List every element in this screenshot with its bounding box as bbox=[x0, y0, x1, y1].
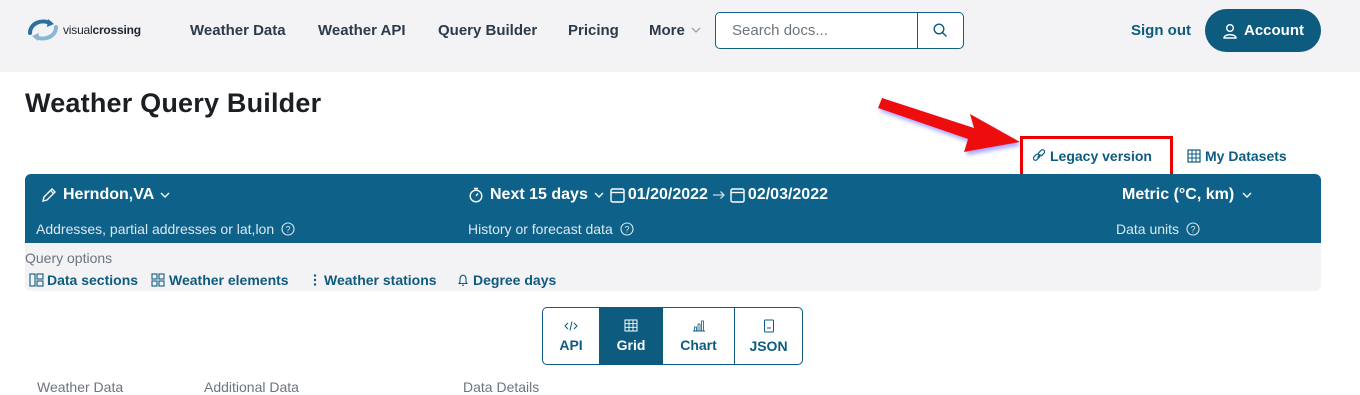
date-range-hint-text: History or forecast data bbox=[468, 221, 613, 237]
date-range-selector[interactable]: Next 15 days 01/20/2022 02/03/2022 bbox=[468, 186, 828, 204]
search-box bbox=[715, 12, 964, 49]
chevron-down-icon bbox=[691, 27, 701, 33]
code-icon bbox=[564, 320, 578, 331]
units-hint-text: Data units bbox=[1116, 221, 1180, 237]
my-datasets-label: My Datasets bbox=[1205, 148, 1287, 164]
columns-icon bbox=[29, 273, 44, 287]
weather-stations-label: Weather stations bbox=[324, 272, 437, 288]
date-range-value: Next 15 days bbox=[490, 186, 588, 203]
degree-days-label: Degree days bbox=[473, 272, 557, 288]
svg-text:?: ? bbox=[1191, 225, 1196, 235]
table-icon bbox=[624, 319, 638, 332]
chevron-down-icon bbox=[160, 192, 170, 198]
units-hint: Data units ? bbox=[1116, 221, 1200, 237]
tab-chart[interactable]: Chart bbox=[663, 308, 735, 364]
account-label: Account bbox=[1244, 22, 1304, 39]
file-icon bbox=[763, 319, 774, 332]
section-additional-data: Additional Data bbox=[204, 379, 299, 395]
timer-icon bbox=[469, 187, 483, 203]
search-icon bbox=[933, 23, 947, 37]
location-hint-text: Addresses, partial addresses or lat,lon bbox=[36, 221, 275, 237]
grid-icon bbox=[151, 273, 165, 287]
help-icon[interactable]: ? bbox=[620, 222, 634, 236]
svg-text:?: ? bbox=[286, 225, 291, 235]
legacy-version-link[interactable]: Legacy version bbox=[1032, 148, 1152, 164]
visualcrossing-logo-icon bbox=[28, 19, 58, 41]
search-button[interactable] bbox=[917, 13, 963, 48]
tab-json[interactable]: JSON bbox=[735, 308, 802, 364]
bar-chart-icon bbox=[692, 320, 705, 331]
weather-elements-label: Weather elements bbox=[169, 272, 289, 288]
chevron-down-icon bbox=[1242, 192, 1252, 198]
account-button[interactable]: Account bbox=[1205, 9, 1321, 52]
link-icon bbox=[1032, 149, 1046, 161]
date-range-hint: History or forecast data ? bbox=[468, 221, 634, 237]
weather-stations-button[interactable]: Weather stations bbox=[309, 272, 437, 288]
location-value: Herndon,VA bbox=[63, 186, 155, 203]
section-weather-data: Weather Data bbox=[37, 379, 124, 395]
help-icon[interactable]: ? bbox=[281, 222, 295, 236]
legacy-version-label: Legacy version bbox=[1050, 148, 1152, 164]
data-sections-button[interactable]: Data sections bbox=[29, 272, 138, 288]
view-tabs: API Grid Chart JSON bbox=[542, 307, 803, 365]
tab-api[interactable]: API bbox=[543, 308, 600, 364]
sign-out-link[interactable]: Sign out bbox=[1131, 22, 1191, 39]
top-navbar: visualcrossing Weather Data Weather API … bbox=[0, 0, 1360, 72]
weather-elements-button[interactable]: Weather elements bbox=[151, 272, 289, 288]
units-value: Metric (°C, km) bbox=[1122, 186, 1235, 203]
tab-grid-label: Grid bbox=[616, 337, 646, 353]
nav-more-dropdown[interactable]: More bbox=[649, 22, 701, 39]
bell-icon bbox=[457, 274, 469, 286]
query-options-label: Query options bbox=[25, 250, 113, 266]
calendar-icon bbox=[610, 188, 625, 203]
tab-chart-label: Chart bbox=[680, 336, 717, 353]
my-datasets-link[interactable]: My Datasets bbox=[1187, 148, 1287, 164]
tab-api-label: API bbox=[559, 336, 583, 353]
brand-name: visualcrossing bbox=[63, 23, 141, 37]
brand-logo[interactable]: visualcrossing bbox=[26, 16, 141, 44]
tab-json-label: JSON bbox=[749, 337, 788, 354]
more-vertical-icon bbox=[313, 274, 317, 286]
table-icon bbox=[1187, 149, 1201, 163]
chevron-down-icon bbox=[594, 192, 604, 198]
units-selector[interactable]: Metric (°C, km) bbox=[1122, 186, 1258, 204]
query-options-panel: Query options Data sections Weather elem… bbox=[25, 243, 1321, 291]
calendar-icon bbox=[730, 188, 745, 203]
page-title: Weather Query Builder bbox=[25, 88, 322, 118]
location-selector[interactable]: Herndon,VA bbox=[41, 186, 176, 204]
degree-days-button[interactable]: Degree days bbox=[456, 272, 556, 288]
svg-text:?: ? bbox=[624, 225, 629, 235]
data-sections-label: Data sections bbox=[47, 272, 139, 288]
tab-grid[interactable]: Grid bbox=[600, 308, 663, 364]
section-data-details: Data Details bbox=[463, 379, 540, 395]
pencil-icon bbox=[42, 188, 56, 202]
nav-more-label: More bbox=[649, 22, 685, 39]
nav-weather-api[interactable]: Weather API bbox=[318, 22, 406, 39]
nav-query-builder[interactable]: Query Builder bbox=[438, 22, 537, 39]
end-date[interactable]: 02/03/2022 bbox=[748, 186, 828, 204]
nav-weather-data[interactable]: Weather Data bbox=[190, 22, 286, 39]
search-input[interactable] bbox=[716, 13, 917, 48]
user-icon bbox=[1223, 23, 1237, 39]
arrow-right-icon bbox=[712, 191, 725, 199]
start-date[interactable]: 01/20/2022 bbox=[628, 186, 708, 204]
help-icon[interactable]: ? bbox=[1186, 222, 1200, 236]
location-hint: Addresses, partial addresses or lat,lon … bbox=[36, 221, 295, 237]
query-band: Herndon,VA Addresses, partial addresses … bbox=[25, 174, 1321, 243]
annotation-arrow-icon bbox=[878, 98, 1020, 152]
nav-pricing[interactable]: Pricing bbox=[568, 22, 619, 39]
